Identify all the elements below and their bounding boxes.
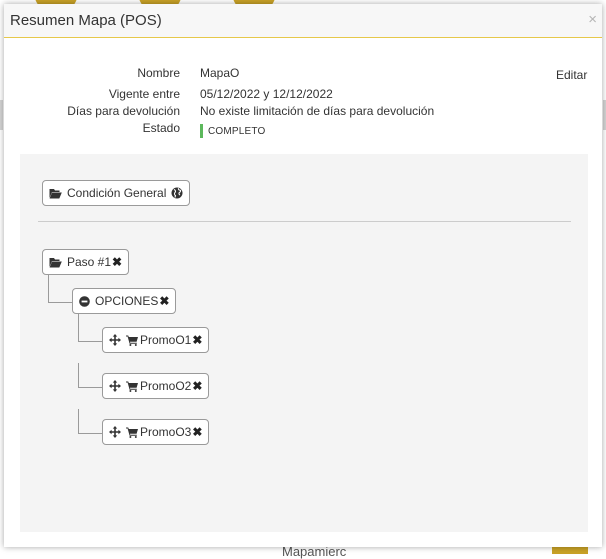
section-divider [38,221,571,222]
tree-connector [78,363,103,388]
remove-promo-icon[interactable]: ✖ [192,426,202,438]
edit-button[interactable]: Editar [556,68,587,82]
minus-circle-icon [79,295,90,307]
nombre-label: Nombre [137,66,180,80]
vigente-value: 05/12/2022 y 12/12/2022 [200,87,333,101]
close-icon[interactable]: × [588,11,597,28]
vigente-label: Vigente entre [108,87,180,101]
estado-label: Estado [142,121,180,135]
dias-label: Días para devolución [67,104,180,118]
remove-step-icon[interactable]: ✖ [112,256,122,268]
remove-promo-icon[interactable]: ✖ [192,334,202,346]
tree-connector [48,275,73,303]
status-indicator-bar [200,124,203,138]
remove-promo-icon[interactable]: ✖ [192,380,202,392]
tree-connector [78,409,103,434]
nombre-value: MapaO [200,66,240,80]
status-badge: COMPLETO [208,126,266,137]
map-tree-canvas: Condición General Paso #1 ✖ OPCIONES ✖ P… [20,154,588,532]
cart-icon [126,335,138,346]
promo-label: PromoO2 [140,379,192,393]
move-icon[interactable] [109,334,121,346]
remove-options-icon[interactable]: ✖ [159,295,169,307]
options-node[interactable]: OPCIONES ✖ [72,288,177,314]
background-edge [0,100,3,130]
globe-icon [171,187,183,199]
move-icon[interactable] [109,380,121,392]
step-label: Paso #1 [67,255,112,269]
dias-value: No existe limitación de días para devolu… [200,104,435,118]
promo-label: PromoO1 [140,333,192,347]
tree-connector [78,314,103,342]
general-condition-node[interactable]: Condición General [42,180,191,206]
folder-open-icon [49,188,62,199]
move-icon[interactable] [109,426,121,438]
promo-node[interactable]: PromoO2 ✖ [102,373,210,399]
options-label: OPCIONES [95,294,159,308]
cart-icon [126,381,138,392]
general-condition-label: Condición General [67,186,167,200]
promo-label: PromoO3 [140,425,192,439]
promo-node[interactable]: PromoO1 ✖ [102,327,210,353]
step-node[interactable]: Paso #1 ✖ [42,249,130,275]
promo-node[interactable]: PromoO3 ✖ [102,419,210,445]
modal-title: Resumen Mapa (POS) [10,12,162,29]
folder-open-icon [49,257,62,268]
cart-icon [126,427,138,438]
modal-header: Resumen Mapa (POS) × [4,4,602,38]
map-summary-modal: Resumen Mapa (POS) × Nombre MapaO Vigent… [4,4,602,547]
